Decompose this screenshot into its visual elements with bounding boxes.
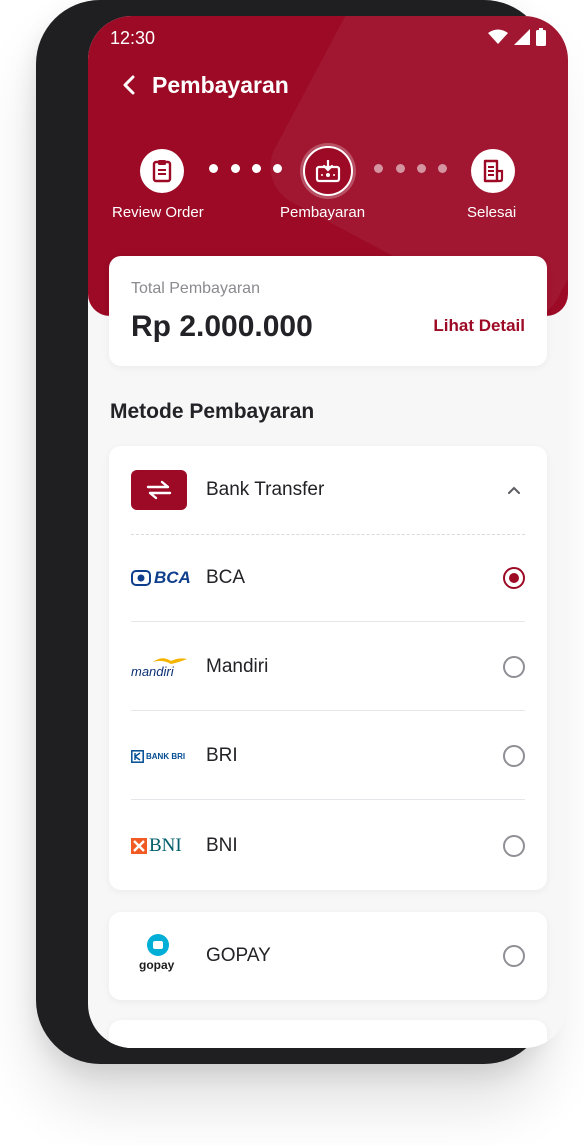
collapse-toggle[interactable] [507,482,521,500]
gopay-wallet-icon [147,934,169,956]
app-screen: 12:30 Pembayaran Review Order Pembayaran… [88,16,568,1048]
total-label: Total Pembayaran [131,280,260,297]
step-connector-dot [438,164,447,173]
bank-name: Mandiri [206,656,269,677]
top-app-bar: Pembayaran [110,68,546,104]
bri-logo: BANK BRI [131,742,191,770]
step-connector-dot [209,164,218,173]
step-selesai-icon [471,149,515,193]
bni-logo: BNI [131,832,191,860]
gopay-logo-text: gopay [139,958,175,972]
back-button[interactable] [114,70,144,100]
payment-icon [315,160,341,183]
step-connector-dot [273,164,282,173]
wifi-icon [488,29,508,44]
section-title: Metode Pembayaran [110,400,315,423]
bank-name: BRI [206,745,238,766]
gopay-card: gopay GOPAY [109,912,547,1000]
total-payment-card: Total Pembayaran Rp 2.000.000 Lihat Deta… [109,256,547,366]
step-review-order-icon [140,149,184,193]
radio-unselected[interactable] [503,945,525,967]
signal-icon [514,29,530,45]
status-icons [488,28,546,46]
step-connector-dot [374,164,383,173]
radio-unselected[interactable] [503,656,525,678]
step-connector-dot [396,164,405,173]
bca-logo-text: BCA [154,568,191,587]
bni-logo-text: BNI [149,835,182,856]
bri-emblem-icon [131,749,144,763]
bca-emblem-icon [131,570,151,586]
bank-name: BNI [206,835,238,856]
bank-transfer-header[interactable]: Bank Transfer [109,446,547,534]
receipt-icon [483,159,504,183]
phone-frame: 12:30 Pembayaran Review Order Pembayaran… [36,0,568,1064]
gopay-logo: gopay [131,934,191,972]
battery-icon [536,28,546,46]
bank-transfer-label: Bank Transfer [206,479,325,500]
payment-option-gopay[interactable]: gopay GOPAY [131,912,525,1000]
mandiri-logo: mandiri [131,653,191,681]
bri-logo-text: BANK BRI [146,751,186,761]
step-label-selesai: Selesai [467,204,517,221]
step-pembayaran-icon [303,146,353,196]
step-label-review-order: Review Order [112,204,204,221]
radio-unselected[interactable] [503,835,525,857]
radio-selected[interactable] [503,567,525,589]
status-bar: 12:30 [110,28,546,52]
view-detail-link[interactable]: Lihat Detail [433,316,525,336]
bca-logo: BCA [131,564,191,592]
total-amount: Rp 2.000.000 [131,310,313,343]
row-divider [131,621,525,622]
bank-option-bri[interactable]: BANK BRI BRI [131,712,525,800]
bank-option-mandiri[interactable]: mandiri Mandiri [131,623,525,711]
status-time: 12:30 [110,28,156,48]
transfer-arrows-icon [146,480,172,500]
payment-name: GOPAY [206,945,271,966]
bni-emblem-icon [131,838,147,854]
bank-name: BCA [206,567,246,588]
row-divider [131,799,525,800]
radio-unselected[interactable] [503,745,525,767]
page-title: Pembayaran [152,72,289,98]
bank-option-bni[interactable]: BNI BNI [131,802,525,890]
step-connector-dot [252,164,261,173]
clipboard-icon [152,160,172,183]
row-divider [131,710,525,711]
step-connector-dot [231,164,240,173]
chevron-up-icon [508,486,520,494]
step-connector-dot [417,164,426,173]
bank-transfer-icon-box [131,470,187,510]
progress-stepper: Review Order Pembayaran Selesai [88,146,568,226]
bank-option-bca[interactable]: BCA BCA [131,534,525,622]
step-label-pembayaran: Pembayaran [280,204,366,221]
chevron-left-icon [123,75,135,95]
next-payment-card [109,1020,547,1048]
mandiri-logo-text: mandiri [131,664,174,679]
bank-transfer-card: Bank Transfer BCA BCA mandiri Mandiri BA… [109,446,547,890]
